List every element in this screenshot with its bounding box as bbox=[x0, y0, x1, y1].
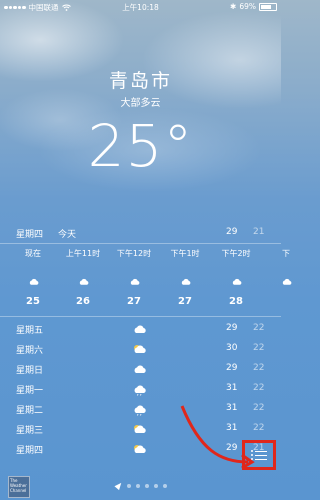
daily-high: 31 bbox=[226, 403, 238, 413]
daily-row: 星期三 31 22 bbox=[0, 420, 281, 440]
battery-fill bbox=[261, 4, 271, 9]
hourly-time: 下午1时 bbox=[170, 249, 200, 258]
partly-sunny-icon bbox=[132, 343, 148, 356]
daily-row: 星期四 29 21 bbox=[0, 440, 281, 460]
city-name: 青岛市 bbox=[108, 70, 172, 92]
page-dot bbox=[127, 483, 131, 488]
daily-row: 星期二 31 22 bbox=[0, 400, 281, 420]
list-icon bbox=[251, 448, 267, 463]
city-list-button[interactable] bbox=[242, 440, 276, 470]
daily-forecast-list: 星期五 29 22 星期六 30 22 星期日 29 22 星期一 31 22 星期二 31 22 星期三 31… bbox=[0, 320, 281, 460]
partly-sunny-icon bbox=[132, 423, 148, 436]
cloud-icon bbox=[27, 272, 41, 285]
battery-icon bbox=[259, 2, 277, 11]
divider-bottom bbox=[0, 316, 281, 317]
daily-low: 22 bbox=[253, 363, 265, 373]
daily-low: 22 bbox=[253, 423, 265, 433]
hourly-temp: 26 bbox=[76, 296, 90, 307]
today-summary-row: 星期四 今天 29 21 bbox=[0, 224, 281, 242]
daily-high: 29 bbox=[226, 323, 238, 333]
hourly-time: 下午2时 bbox=[221, 249, 251, 258]
page-dot bbox=[145, 483, 149, 488]
daily-day-name: 星期五 bbox=[16, 326, 44, 336]
hourly-time: 下午12时 bbox=[116, 249, 152, 258]
daily-low: 22 bbox=[253, 323, 265, 333]
cloud-icon bbox=[132, 363, 148, 376]
hourly-temp: 27 bbox=[127, 296, 141, 307]
battery-percent: 69% bbox=[239, 2, 256, 11]
hourly-time: 下 bbox=[282, 249, 290, 258]
location-arrow-icon bbox=[114, 480, 124, 491]
daily-day-name: 星期二 bbox=[16, 406, 44, 416]
today-day-name: 星期四 bbox=[16, 230, 44, 240]
cloud-icon bbox=[128, 272, 142, 285]
today-label: 今天 bbox=[58, 230, 77, 240]
hourly-temp: 25 bbox=[26, 296, 40, 307]
daily-low: 22 bbox=[253, 343, 265, 353]
daily-high: 29 bbox=[226, 443, 238, 453]
daily-row: 星期一 31 22 bbox=[0, 380, 281, 400]
today-low: 21 bbox=[253, 227, 265, 237]
cloud-icon bbox=[280, 272, 294, 285]
divider-top bbox=[0, 243, 281, 244]
cloud-icon bbox=[77, 272, 91, 285]
bottom-toolbar: The Weather Channel bbox=[0, 466, 281, 500]
daily-high: 31 bbox=[226, 383, 238, 393]
current-condition: 大部多云 bbox=[120, 98, 161, 109]
hourly-temp: 27 bbox=[178, 296, 192, 307]
hourly-temp: 28 bbox=[229, 296, 243, 307]
rain-cloud-icon bbox=[132, 383, 148, 396]
page-indicator[interactable] bbox=[114, 480, 167, 491]
current-temperature: 25° bbox=[87, 112, 194, 180]
daily-day-name: 星期一 bbox=[16, 386, 44, 396]
logo-text: The Weather Channel bbox=[10, 478, 27, 493]
page-dot bbox=[154, 483, 158, 488]
daily-low: 22 bbox=[253, 403, 265, 413]
status-right: ✱ 69% bbox=[230, 2, 277, 11]
daily-day-name: 星期三 bbox=[16, 426, 44, 436]
daily-row: 星期六 30 22 bbox=[0, 340, 281, 360]
daily-day-name: 星期四 bbox=[16, 446, 44, 456]
daily-high: 29 bbox=[226, 363, 238, 373]
rain-cloud-icon bbox=[132, 403, 148, 416]
page-dot bbox=[163, 483, 167, 488]
daily-high: 31 bbox=[226, 423, 238, 433]
today-high: 29 bbox=[226, 227, 238, 237]
cloud-icon bbox=[179, 272, 193, 285]
cloud-icon bbox=[132, 323, 148, 336]
weather-channel-logo[interactable]: The Weather Channel bbox=[8, 476, 30, 498]
daily-day-name: 星期六 bbox=[16, 346, 44, 356]
hourly-time: 现在 bbox=[25, 249, 41, 258]
hourly-forecast-strip[interactable]: 现在 25 上午11时 26 下午12时 27 下午1时 27 下午2时 28 下 bbox=[0, 248, 292, 316]
daily-high: 30 bbox=[226, 343, 238, 353]
status-bar: 中国联通 上午10:18 ✱ 69% bbox=[0, 0, 281, 14]
daily-low: 22 bbox=[253, 383, 265, 393]
hourly-time: 上午11时 bbox=[65, 249, 101, 258]
daily-row: 星期日 29 22 bbox=[0, 360, 281, 380]
page-dot bbox=[136, 483, 140, 488]
bluetooth-icon: ✱ bbox=[230, 2, 237, 11]
partly-sunny-icon bbox=[132, 443, 148, 456]
daily-day-name: 星期日 bbox=[16, 366, 44, 376]
cloud-icon bbox=[230, 272, 244, 285]
daily-row: 星期五 29 22 bbox=[0, 320, 281, 340]
